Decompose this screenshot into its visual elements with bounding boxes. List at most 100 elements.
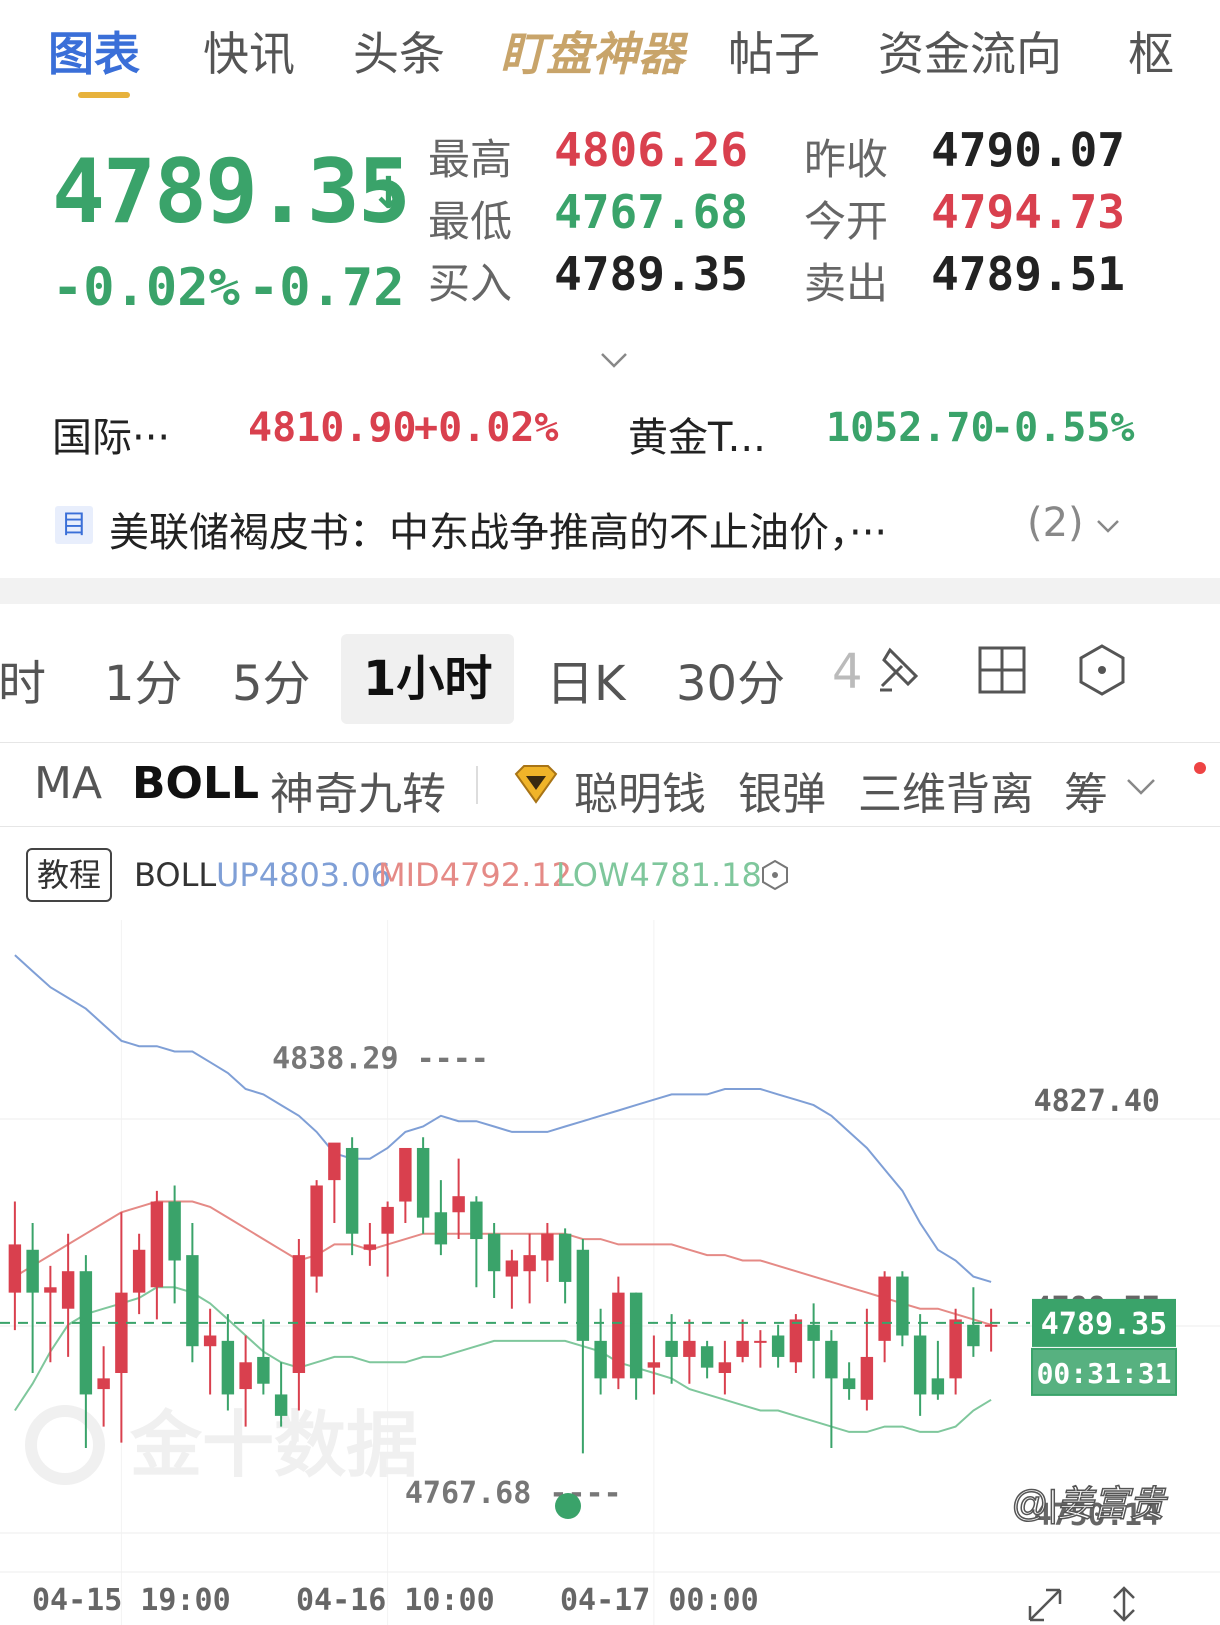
indicator-ma[interactable]: MA	[34, 758, 102, 809]
candle-body	[345, 1147, 359, 1234]
candle-body	[771, 1335, 785, 1357]
candle-body	[61, 1271, 75, 1309]
candle-body	[328, 1142, 341, 1181]
watermark-logo-icon	[25, 1405, 105, 1485]
intl-change-2: -0.55%	[990, 405, 1135, 451]
candle-body	[789, 1319, 803, 1363]
indicator-3d-divergence[interactable]: 三维背离	[858, 758, 1034, 822]
tutorial-button[interactable]: 教程	[26, 848, 112, 902]
candle-body	[576, 1249, 590, 1341]
candle-body	[984, 1324, 998, 1327]
candle-body	[416, 1147, 430, 1218]
candle-body	[913, 1335, 927, 1395]
tab-posts[interactable]: 帖子	[728, 18, 820, 84]
indicator-boll[interactable]: BOLL	[132, 758, 259, 809]
high-marker-label: 4838.29 ----	[272, 1042, 489, 1077]
candle-body	[150, 1201, 164, 1288]
layout-grid-icon[interactable]	[974, 642, 1030, 698]
notification-dot	[1194, 762, 1206, 774]
period-timeshare[interactable]: 时	[0, 644, 46, 714]
period-5m[interactable]: 5分	[232, 644, 311, 714]
period-30m[interactable]: 30分	[676, 644, 785, 714]
period-4h[interactable]: 4	[832, 644, 863, 700]
tab-fund-flow[interactable]: 资金流向	[878, 18, 1062, 84]
boll-name: BOLL	[134, 856, 217, 894]
top-tab-bar: 图表 快讯 头条 盯盘神器 帖子 资金流向 枢	[0, 0, 1220, 110]
indicator-chips[interactable]: 筹	[1064, 758, 1108, 822]
intl-name-2[interactable]: 黄金T...	[628, 405, 766, 463]
candle-body	[754, 1340, 767, 1343]
candle-body	[647, 1362, 661, 1368]
candle-body	[115, 1292, 128, 1374]
candle-body	[896, 1276, 909, 1336]
news-count: (2)	[1027, 500, 1084, 546]
candle-body	[949, 1319, 962, 1379]
scale-arrows-icon[interactable]	[1113, 1586, 1135, 1622]
countdown-timer: 00:31:31	[1037, 1357, 1172, 1390]
indicator-td9[interactable]: 神奇九转	[270, 758, 446, 822]
indicator-selector: MA BOLL 神奇九转 聪明钱 银弹 三维背离 筹	[0, 752, 1220, 822]
open-label: 今开	[804, 197, 889, 246]
candle-body	[558, 1233, 572, 1282]
ask-label: 卖出	[804, 259, 889, 308]
draw-pen-icon[interactable]	[872, 642, 928, 698]
news-ticker[interactable]: 目 美联储褐皮书：中东战争推高的不止油价，··· (2)	[55, 500, 1175, 556]
indicator-smart-money[interactable]: 聪明钱	[574, 758, 706, 822]
candle-body	[399, 1147, 412, 1202]
settings-hexagon-icon[interactable]	[1074, 642, 1130, 698]
candle-body	[931, 1378, 945, 1395]
candle-body	[967, 1324, 980, 1347]
boll-mid-value: MID4792.12	[378, 856, 573, 894]
candle-body	[132, 1249, 146, 1293]
ask-value: 4789.51	[931, 247, 1125, 301]
last-price: 4789.35	[52, 140, 411, 243]
candle-body	[434, 1212, 448, 1245]
candlestick-chart[interactable]: 金十数据 4866.044827.404788.774750.144789.35…	[0, 920, 1220, 1625]
candle-body	[186, 1255, 199, 1347]
settings-hexagon-icon[interactable]	[758, 858, 792, 892]
candle-body	[381, 1206, 394, 1234]
indicator-silver-bullet[interactable]: 银弹	[738, 758, 826, 822]
candle-body	[718, 1362, 732, 1374]
candle-body	[629, 1292, 643, 1379]
news-icon: 目	[55, 506, 93, 544]
divider	[0, 742, 1220, 743]
period-selector: 时 1分 5分 1小时 日K 30分 4	[0, 628, 1220, 728]
candle-body	[523, 1255, 536, 1272]
fullscreen-icon[interactable]	[1028, 1588, 1062, 1622]
candle-body	[665, 1340, 678, 1357]
tab-more[interactable]: 枢	[1128, 18, 1174, 84]
boll-up-value: UP4803.06	[216, 856, 392, 894]
chevron-down-icon[interactable]	[1095, 518, 1121, 534]
bid-value: 4789.35	[554, 247, 748, 301]
candle-body	[221, 1340, 235, 1395]
candle-body	[168, 1201, 181, 1261]
low-marker-label: 4767.68 ----	[405, 1476, 622, 1511]
candle-body	[274, 1394, 288, 1416]
user-watermark: @|姜富贵	[1011, 1483, 1168, 1524]
candle-body	[807, 1324, 820, 1341]
chevron-down-icon[interactable]	[1124, 776, 1158, 798]
y-tick-label: 4827.40	[1034, 1084, 1160, 1119]
change-percent: -0.02%	[52, 258, 240, 318]
tab-flash-news[interactable]: 快讯	[203, 18, 295, 84]
candle-body	[612, 1292, 625, 1379]
period-1m[interactable]: 1分	[104, 644, 183, 714]
candle-body	[860, 1356, 874, 1400]
intl-name-1[interactable]: 国际···	[52, 405, 170, 463]
high-label: 最高	[428, 135, 513, 184]
period-daily[interactable]: 日K	[546, 644, 625, 714]
candle-body	[878, 1276, 891, 1341]
candle-body	[541, 1233, 554, 1261]
divider	[0, 826, 1220, 827]
tab-watch-tool[interactable]: 盯盘神器	[500, 18, 684, 84]
tab-chart[interactable]: 图表	[48, 18, 140, 84]
tab-headlines[interactable]: 头条	[353, 18, 445, 84]
section-separator	[0, 578, 1220, 604]
period-1h[interactable]: 1小时	[341, 634, 515, 724]
chevron-down-icon[interactable]	[598, 350, 630, 370]
candle-body	[594, 1340, 607, 1379]
candle-body	[825, 1340, 838, 1379]
change-value: -0.72	[248, 258, 405, 318]
candle-body	[505, 1260, 519, 1277]
